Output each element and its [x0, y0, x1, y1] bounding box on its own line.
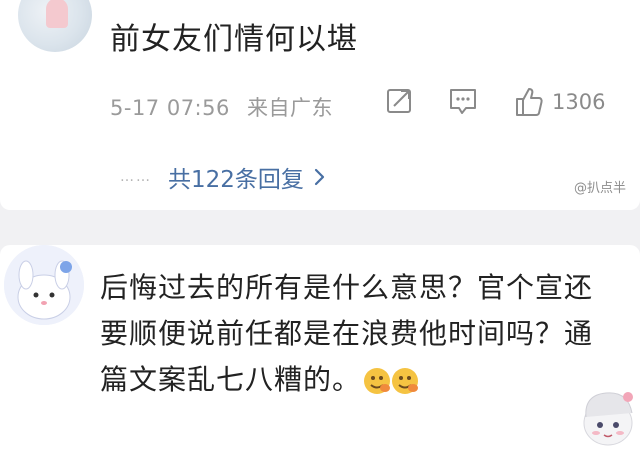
comment-date: 5-17 07:56: [110, 96, 230, 120]
replies-label: 共122条回复: [168, 167, 304, 193]
watermark: @扒点半: [573, 181, 626, 196]
avatar-figure: [46, 0, 68, 28]
comment-button[interactable]: [448, 86, 478, 116]
comment-text: 前女友们情何以堪: [110, 22, 358, 57]
comment-meta: 5-17 07:56 来自广东: [110, 92, 343, 122]
comment-text-content: 后悔过去的所有是什么意思？官个宣还要顺便说前任都是在浪费他时间吗？通篇文案乱七八…: [100, 271, 594, 396]
comment-card-1: 前女友们情何以堪 5-17 07:56 来自广东 1306 …… 共122条回复: [0, 0, 640, 210]
comment-location: 来自广东: [247, 96, 334, 120]
avatar-image: [4, 245, 84, 325]
share-button[interactable]: [386, 86, 412, 116]
replies-dots: ……: [120, 169, 152, 185]
thumbs-up-icon: [516, 88, 543, 116]
sticker-icon: [583, 392, 633, 446]
avatar[interactable]: [4, 245, 84, 325]
comment-icon: [450, 89, 476, 114]
view-replies-link[interactable]: …… 共122条回复: [120, 160, 326, 194]
like-button[interactable]: 1306: [514, 86, 605, 118]
share-icon: [387, 89, 411, 113]
avatar[interactable]: [18, 0, 92, 52]
emoji-icon: [364, 368, 419, 394]
comment-text: 后悔过去的所有是什么意思？官个宣还要顺便说前任都是在浪费他时间吗？通篇文案乱七八…: [100, 265, 615, 403]
comment-card-2: 后悔过去的所有是什么意思？官个宣还要顺便说前任都是在浪费他时间吗？通篇文案乱七八…: [0, 245, 640, 450]
chevron-right-icon: [314, 168, 325, 186]
like-count: 1306: [552, 90, 606, 114]
